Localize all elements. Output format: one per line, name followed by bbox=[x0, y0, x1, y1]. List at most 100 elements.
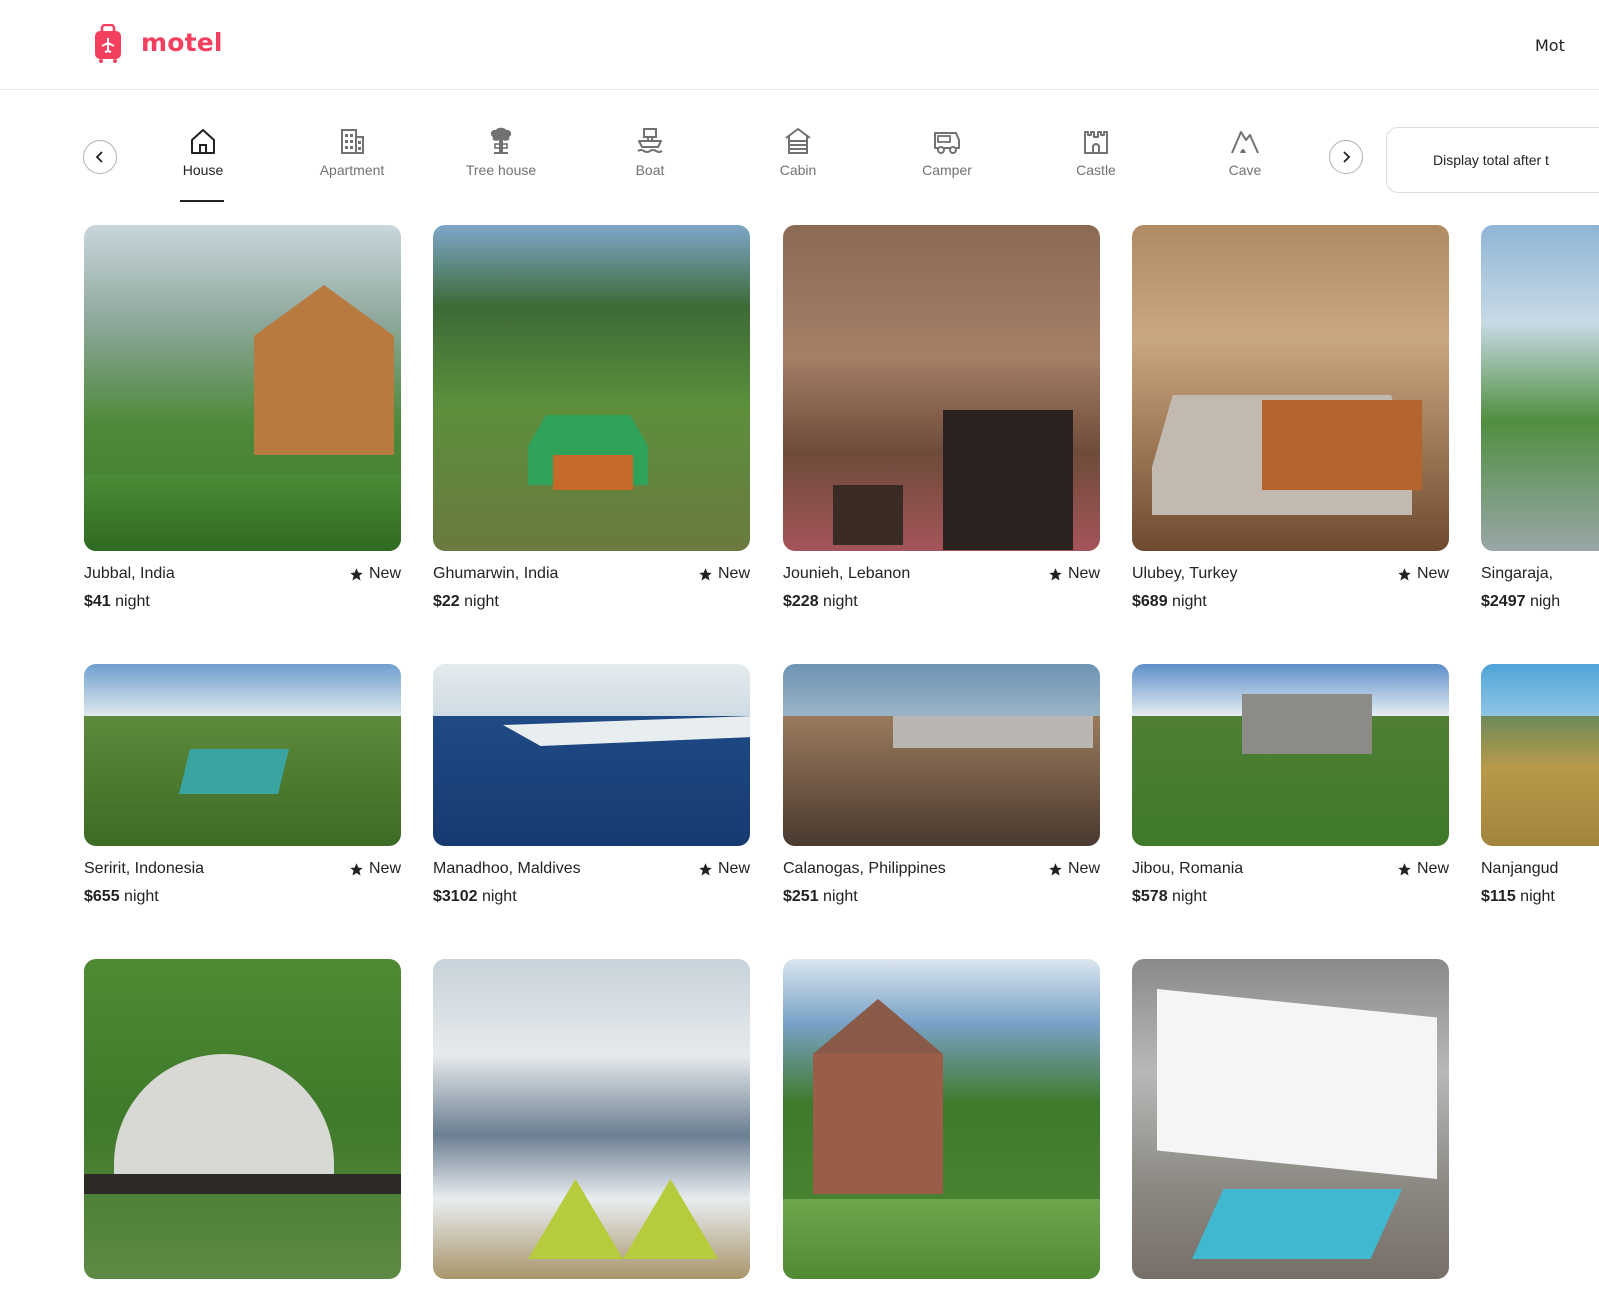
listing-location: Jubbal, India bbox=[84, 565, 175, 582]
star-icon bbox=[699, 862, 712, 875]
listing-photo[interactable] bbox=[84, 225, 401, 551]
price-unit: night bbox=[115, 593, 150, 610]
listing-photo[interactable] bbox=[84, 959, 401, 1279]
listing-photo[interactable] bbox=[1132, 664, 1449, 846]
listing-card[interactable]: Manadhoo, Maldives New $3102 night bbox=[433, 664, 750, 918]
tree-house-icon bbox=[490, 127, 512, 154]
listing-card[interactable]: Ghumarwin, India New $22 night bbox=[433, 225, 750, 623]
category-label: Boat bbox=[635, 162, 665, 178]
rating-text: New bbox=[1067, 860, 1100, 877]
star-icon bbox=[1398, 862, 1411, 875]
category-label: Apartment bbox=[319, 162, 385, 178]
listing-price-line: $22 night bbox=[433, 593, 499, 611]
listing-photo[interactable] bbox=[433, 225, 750, 551]
listing-price: $689 bbox=[1132, 593, 1168, 610]
listing-rating: New bbox=[1048, 565, 1100, 583]
header-nav-link[interactable]: Mot bbox=[1535, 36, 1565, 55]
castle-icon bbox=[1084, 131, 1108, 154]
listing-card[interactable]: Ulubey, Turkey New $689 night bbox=[1132, 225, 1449, 623]
categories-prev-button[interactable] bbox=[83, 140, 117, 174]
category-tree-house[interactable]: Tree house bbox=[441, 126, 561, 206]
listing-price-line: $228 night bbox=[783, 593, 858, 611]
listing-photo[interactable] bbox=[84, 664, 401, 846]
listing-photo[interactable] bbox=[783, 959, 1100, 1279]
display-total-label: Display total after t bbox=[1433, 152, 1549, 168]
category-apartment[interactable]: Apartment bbox=[292, 126, 412, 206]
listing-photo[interactable] bbox=[1481, 664, 1599, 846]
cave-icon bbox=[1231, 131, 1259, 154]
listing-card[interactable]: Singaraja, $2497 nigh bbox=[1481, 225, 1599, 623]
listing-card[interactable]: Nanjangud $115 night bbox=[1481, 664, 1599, 918]
star-icon bbox=[350, 862, 363, 875]
rating-text: New bbox=[368, 860, 401, 877]
listing-price-line: $655 night bbox=[84, 888, 159, 906]
category-castle[interactable]: Castle bbox=[1036, 126, 1156, 206]
rating-text: New bbox=[368, 565, 401, 582]
listing-card[interactable] bbox=[783, 959, 1100, 1279]
listing-card[interactable]: Jibou, Romania New $578 night bbox=[1132, 664, 1449, 918]
listing-card[interactable] bbox=[433, 959, 750, 1279]
categories-next-button[interactable] bbox=[1329, 140, 1363, 174]
listing-card[interactable]: Seririt, Indonesia New $655 night bbox=[84, 664, 401, 918]
category-label: House bbox=[182, 162, 224, 178]
listing-price: $251 bbox=[783, 888, 819, 905]
category-cave[interactable]: Cave bbox=[1185, 126, 1305, 206]
listing-card[interactable]: Jubbal, India New $41 night bbox=[84, 225, 401, 623]
category-cabin[interactable]: Cabin bbox=[738, 126, 858, 206]
listing-rating: New bbox=[1397, 565, 1449, 583]
house-icon bbox=[191, 129, 215, 154]
listing-price: $41 bbox=[84, 593, 111, 610]
price-unit: nigh bbox=[1529, 593, 1561, 610]
listing-price-line: $689 night bbox=[1132, 593, 1207, 611]
camper-icon bbox=[934, 132, 960, 154]
brand-name[interactable]: motel bbox=[141, 28, 223, 57]
listing-card[interactable]: Calanogas, Philippines New $251 night bbox=[783, 664, 1100, 918]
listing-photo[interactable] bbox=[1132, 959, 1449, 1279]
price-unit: night bbox=[481, 888, 517, 905]
listing-photo[interactable] bbox=[783, 664, 1100, 846]
category-camper[interactable]: Camper bbox=[887, 126, 1007, 206]
listing-photo[interactable] bbox=[1481, 225, 1599, 551]
price-unit: night bbox=[823, 593, 858, 610]
price-unit: night bbox=[124, 888, 159, 905]
listing-price: $228 bbox=[783, 593, 819, 610]
chevron-left-icon bbox=[95, 151, 103, 163]
listing-card[interactable]: Jounieh, Lebanon New $228 night bbox=[783, 225, 1100, 623]
rating-text: New bbox=[717, 860, 750, 877]
listing-rating: New bbox=[349, 860, 401, 878]
listing-photo[interactable] bbox=[1132, 225, 1449, 551]
category-label: Camper bbox=[922, 162, 972, 178]
rating-text: New bbox=[1416, 860, 1449, 877]
listing-photo[interactable] bbox=[433, 959, 750, 1279]
star-icon bbox=[350, 567, 363, 580]
listing-photo[interactable] bbox=[783, 225, 1100, 551]
listing-location: Nanjangud bbox=[1481, 860, 1559, 877]
category-label: Tree house bbox=[465, 162, 537, 178]
listing-photo[interactable] bbox=[433, 664, 750, 846]
listing-rating: New bbox=[698, 565, 750, 583]
listing-card[interactable] bbox=[84, 959, 401, 1279]
display-total-toggle[interactable]: Display total after t bbox=[1386, 127, 1599, 193]
top-header: motel Mot bbox=[0, 0, 1599, 90]
category-house[interactable]: House bbox=[143, 126, 263, 206]
listing-price-line: $251 night bbox=[783, 888, 858, 906]
listing-rating: New bbox=[1397, 860, 1449, 878]
listing-location: Seririt, Indonesia bbox=[84, 860, 205, 877]
category-boat[interactable]: Boat bbox=[590, 126, 710, 206]
cabin-icon bbox=[785, 128, 811, 154]
price-unit: night bbox=[1172, 593, 1207, 610]
listing-price: $3102 bbox=[433, 888, 478, 905]
listing-location: Jounieh, Lebanon bbox=[783, 565, 911, 582]
category-label: Cave bbox=[1228, 162, 1262, 178]
listing-price-line: $3102 night bbox=[433, 888, 517, 906]
listing-location: Ulubey, Turkey bbox=[1132, 565, 1238, 582]
rating-text: New bbox=[1416, 565, 1449, 582]
star-icon bbox=[1049, 567, 1062, 580]
price-unit: night bbox=[823, 888, 858, 905]
listing-card[interactable] bbox=[1132, 959, 1449, 1279]
star-icon bbox=[1049, 862, 1062, 875]
suitcase-logo-icon[interactable] bbox=[93, 23, 123, 64]
listing-price: $22 bbox=[433, 593, 460, 610]
rating-text: New bbox=[1067, 565, 1100, 582]
listing-location: Calanogas, Philippines bbox=[783, 860, 946, 877]
